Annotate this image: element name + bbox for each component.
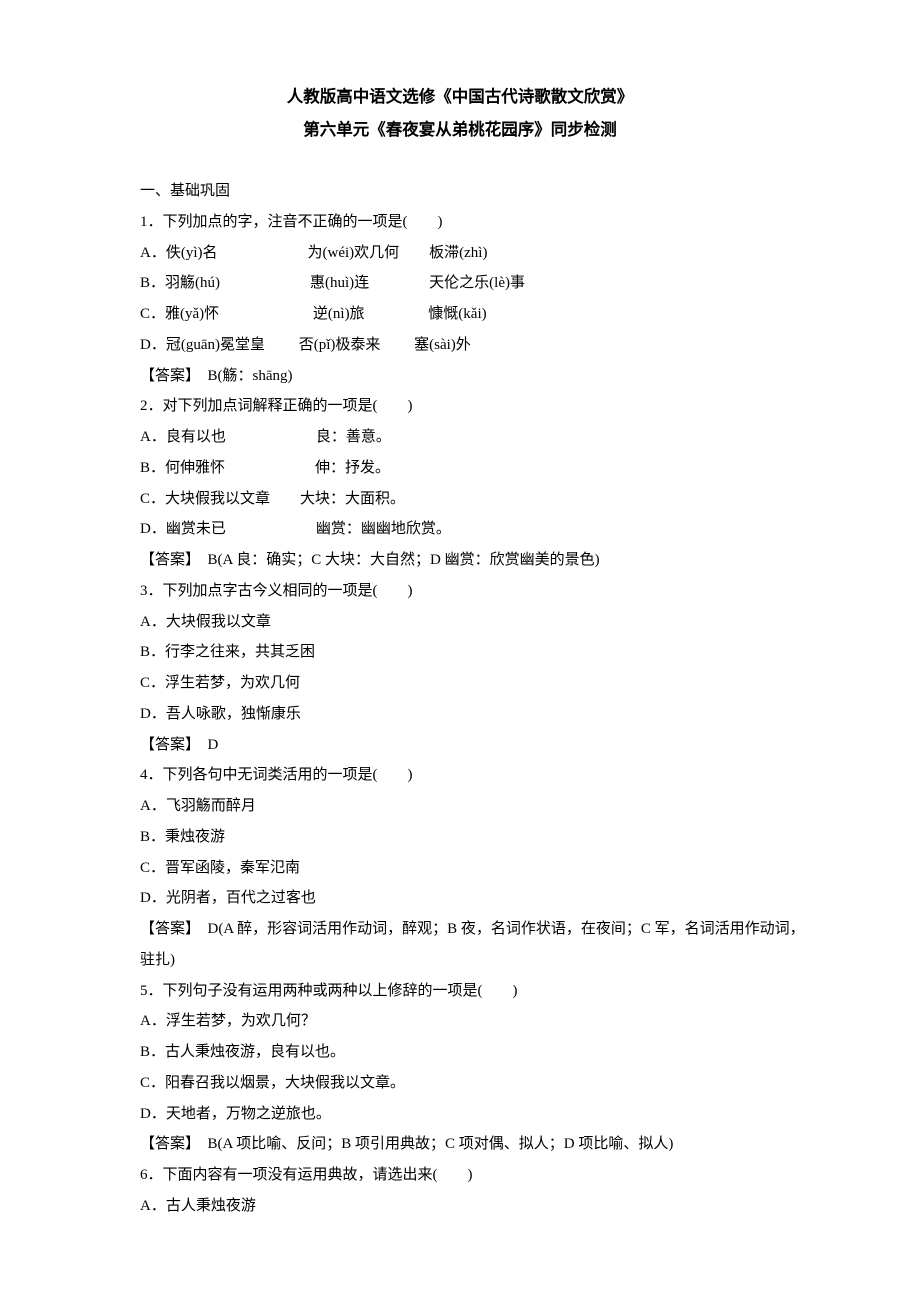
q4-answer: 【答案】 D(A 醉，形容词活用作动词，醉观；B 夜，名词作状语，在夜间；C 军…	[110, 914, 810, 976]
q5-optD: D．天地者，万物之逆旅也。	[110, 1099, 810, 1130]
q1-optC: C．雅(yǎ)怀 逆(nì)旅 慷慨(kǎi)	[110, 299, 810, 330]
q5-optA: A．浮生若梦，为欢几何？	[110, 1006, 810, 1037]
q5-optC: C．阳春召我以烟景，大块假我以文章。	[110, 1068, 810, 1099]
q1-optA: A．佚(yì)名 为(wéi)欢几何 板滞(zhì)	[110, 238, 810, 269]
q4-optB: B．秉烛夜游	[110, 822, 810, 853]
q3-optB: B．行李之往来，共其乏困	[110, 637, 810, 668]
q2-optB: B．何伸雅怀 伸：抒发。	[110, 453, 810, 484]
q3-optD: D．吾人咏歌，独惭康乐	[110, 699, 810, 730]
q2-optD: D．幽赏未已 幽赏：幽幽地欣赏。	[110, 514, 810, 545]
q1-optD: D．冠(guān)冕堂皇 否(pǐ)极泰来 塞(sài)外	[110, 330, 810, 361]
q1-stem: 1．下列加点的字，注音不正确的一项是( )	[110, 207, 810, 238]
q3-optA: A．大块假我以文章	[110, 607, 810, 638]
q3-optC: C．浮生若梦，为欢几何	[110, 668, 810, 699]
q6-optA: A．古人秉烛夜游	[110, 1191, 810, 1222]
q3-stem: 3．下列加点字古今义相同的一项是( )	[110, 576, 810, 607]
q5-optB: B．古人秉烛夜游，良有以也。	[110, 1037, 810, 1068]
q2-answer: 【答案】 B(A 良：确实；C 大块：大自然；D 幽赏：欣赏幽美的景色)	[110, 545, 810, 576]
body: 一、基础巩固 1．下列加点的字，注音不正确的一项是( ) A．佚(yì)名 为(…	[110, 176, 810, 1222]
q4-optC: C．晋军函陵，秦军氾南	[110, 853, 810, 884]
q5-answer: 【答案】 B(A 项比喻、反问；B 项引用典故；C 项对偶、拟人；D 项比喻、拟…	[110, 1129, 810, 1160]
q6-stem: 6．下面内容有一项没有运用典故，请选出来( )	[110, 1160, 810, 1191]
q2-stem: 2．对下列加点词解释正确的一项是( )	[110, 391, 810, 422]
q3-answer: 【答案】 D	[110, 730, 810, 761]
q4-optD: D．光阴者，百代之过客也	[110, 883, 810, 914]
q1-answer: 【答案】 B(觞：shāng)	[110, 361, 810, 392]
section-header: 一、基础巩固	[110, 176, 810, 207]
q1-optB: B．羽觞(hú) 惠(huì)连 天伦之乐(lè)事	[110, 268, 810, 299]
doc-title-1: 人教版高中语文选修《中国古代诗歌散文欣赏》	[110, 80, 810, 113]
q4-stem: 4．下列各句中无词类活用的一项是( )	[110, 760, 810, 791]
q5-stem: 5．下列句子没有运用两种或两种以上修辞的一项是( )	[110, 976, 810, 1007]
q4-optA: A．飞羽觞而醉月	[110, 791, 810, 822]
q2-optA: A．良有以也 良：善意。	[110, 422, 810, 453]
doc-title-2: 第六单元《春夜宴从弟桃花园序》同步检测	[110, 113, 810, 146]
q2-optC: C．大块假我以文章 大块：大面积。	[110, 484, 810, 515]
